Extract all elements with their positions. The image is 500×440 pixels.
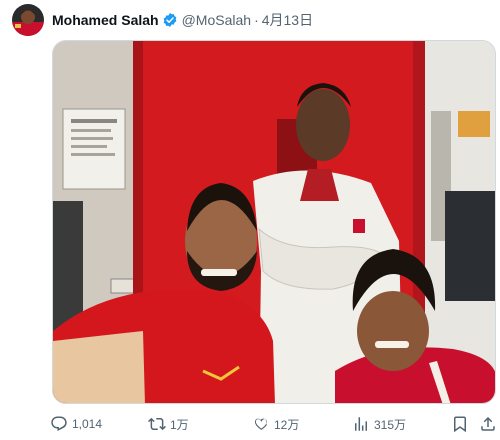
author-handle[interactable]: @MoSalah (182, 12, 251, 28)
tweet-photo[interactable] (52, 40, 496, 404)
tweet-header: Mohamed Salah @MoSalah · 4月13日 (12, 4, 313, 36)
author-name[interactable]: Mohamed Salah (52, 12, 159, 28)
bookmark-button[interactable] (451, 415, 473, 433)
comment-bubble-icon (51, 416, 67, 432)
tweet-date[interactable]: 4月13日 (262, 10, 313, 30)
reply-button[interactable]: 1,014 (50, 415, 102, 433)
like-button[interactable]: 12万 (252, 415, 299, 433)
like-count: 12万 (274, 417, 300, 432)
verified-badge-icon (162, 12, 178, 28)
retweet-button[interactable]: 1万 (148, 415, 189, 433)
share-upload-icon (481, 416, 495, 431)
retweet-icon (148, 417, 166, 431)
views-button[interactable]: 315万 (352, 415, 406, 433)
heart-icon (254, 418, 268, 430)
meta-separator: · (254, 12, 259, 28)
views-count: 315万 (374, 417, 407, 432)
reply-count: 1,014 (72, 417, 103, 431)
bookmark-icon (454, 416, 466, 433)
author-avatar[interactable] (12, 4, 44, 36)
bar-chart-icon (355, 417, 367, 431)
tweet-action-bar: 1,014 1万 12万 315万 (48, 410, 496, 438)
retweet-count: 1万 (170, 417, 189, 432)
share-button[interactable] (479, 415, 500, 433)
